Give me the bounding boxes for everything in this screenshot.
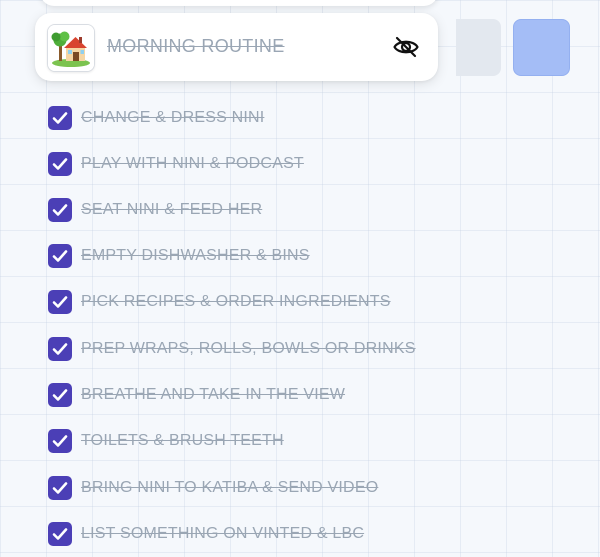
task-label: PLAY WITH NINI & PODCAST [81,155,304,172]
checkbox-checked[interactable] [48,198,72,222]
task-label: SEAT NINI & FEED HER [81,201,263,218]
checkbox-checked[interactable] [48,244,72,268]
checkmark-icon [52,343,68,355]
task-item[interactable]: LIST SOMETHING ON VINTED & LBC [48,521,364,547]
task-item[interactable]: CHANGE & DRESS NINI [48,105,264,131]
checkmark-icon [52,250,68,262]
task-item[interactable]: PREP WRAPS, ROLLS, BOWLS OR DRINKS [48,336,416,362]
checkmark-icon [52,482,68,494]
task-item[interactable]: TOILETS & BRUSH TEETH [48,428,284,454]
checkmark-icon [52,158,68,170]
checkmark-icon [52,204,68,216]
checkbox-checked[interactable] [48,429,72,453]
task-item[interactable]: SEAT NINI & FEED HER [48,197,262,223]
checkmark-icon [52,389,68,401]
task-item[interactable]: PLAY WITH NINI & PODCAST [48,151,304,177]
checkmark-icon [52,435,68,447]
task-label: TOILETS & BRUSH TEETH [81,432,284,449]
task-label: LIST SOMETHING ON VINTED & LBC [81,525,365,542]
checkbox-checked[interactable] [48,337,72,361]
checkbox-checked[interactable] [48,522,72,546]
checkbox-checked[interactable] [48,383,72,407]
checkbox-checked[interactable] [48,476,72,500]
task-label: EMPTY DISHWASHER & BINS [81,247,310,264]
checkmark-icon [52,112,68,124]
task-item[interactable]: EMPTY DISHWASHER & BINS [48,243,310,269]
task-label: PREP WRAPS, ROLLS, BOWLS OR DRINKS [81,340,416,357]
checkmark-icon [52,528,68,540]
task-label: BREATHE AND TAKE IN THE VIEW [81,386,346,403]
task-item[interactable]: BRING NINI TO KATIBA & SEND VIDEO [48,475,378,501]
checkbox-checked[interactable] [48,106,72,130]
checkmark-icon [52,296,68,308]
task-label: BRING NINI TO KATIBA & SEND VIDEO [81,479,379,496]
task-list: CHANGE & DRESS NINI PLAY WITH NINI & POD… [0,0,600,557]
task-item[interactable]: PICK RECIPES & ORDER INGREDIENTS [48,289,391,315]
task-item[interactable]: BREATHE AND TAKE IN THE VIEW [48,382,345,408]
checkbox-checked[interactable] [48,152,72,176]
task-label: CHANGE & DRESS NINI [81,109,265,126]
task-label: PICK RECIPES & ORDER INGREDIENTS [81,293,391,310]
checkbox-checked[interactable] [48,290,72,314]
